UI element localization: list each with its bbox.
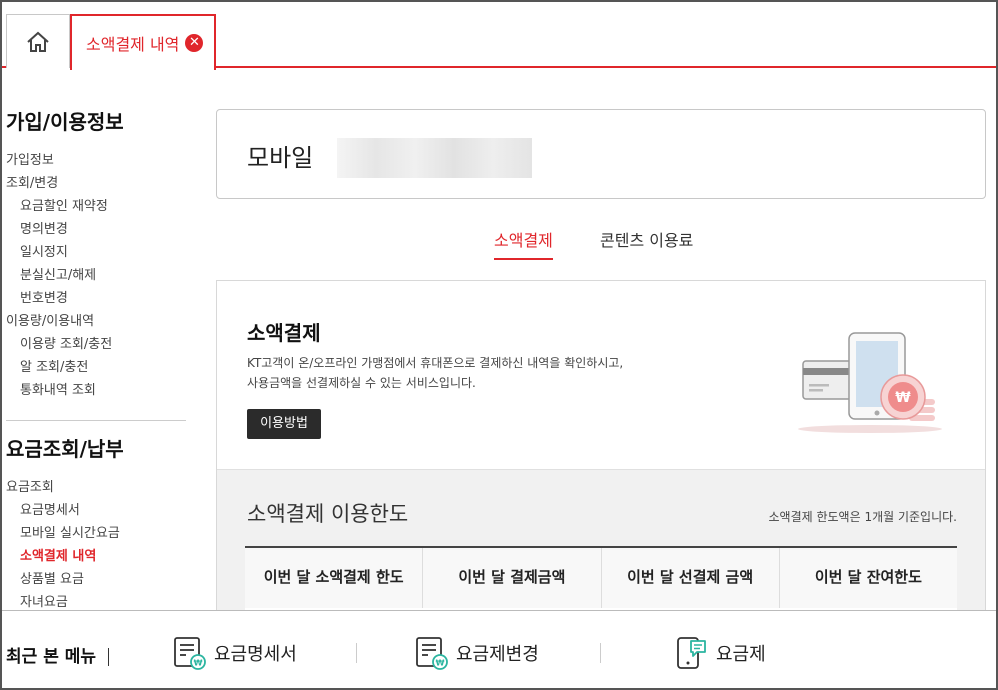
sidebar-item-child-fee[interactable]: 자녀요금 <box>2 591 202 610</box>
recent-item-plan-change[interactable]: ₩ 요금제변경 <box>414 635 539 671</box>
svg-text:₩: ₩ <box>194 659 203 668</box>
recent-menu-title: 최근 본 메뉴 <box>6 642 110 667</box>
recent-item-plan[interactable]: 요금제 <box>674 635 766 671</box>
recent-item-label: 요금제 <box>716 644 766 665</box>
sidebar-section-title: 요금조회/납부 <box>6 437 124 461</box>
sidebar-item-number-change[interactable]: 번호변경 <box>2 287 202 310</box>
recent-separator <box>600 643 601 663</box>
recent-separator <box>356 643 357 663</box>
limit-title: 소액결제 이용한도 <box>247 502 409 526</box>
sidebar-item-usage[interactable]: 이용량/이용내역 <box>2 310 202 333</box>
app-frame: 소액결제 내역 ✕ 가입/이용정보 가입정보 조회/변경 요금할인 재약정 명의… <box>0 0 998 690</box>
sidebar-divider <box>6 420 186 421</box>
tab-label: 소액결제 내역 <box>86 35 180 54</box>
service-intro: 소액결제 KT고객이 온/오프라인 가맹점에서 휴대폰으로 결제하신 내역을 확… <box>217 281 985 469</box>
won-symbol: ₩ <box>895 390 911 406</box>
service-desc-line: KT고객이 온/오프라인 가맹점에서 휴대폰으로 결제하신 내역을 확인하시고, <box>247 356 624 370</box>
sidebar: 가입/이용정보 가입정보 조회/변경 요금할인 재약정 명의변경 일시정지 분실… <box>2 98 202 610</box>
recent-menu-bar: 최근 본 메뉴 ₩ 요금명세서 ₩ 요금제변경 요금제 <box>2 610 996 688</box>
sidebar-item-discount-renew[interactable]: 요금할인 재약정 <box>2 195 202 218</box>
recent-item-label: 요금명세서 <box>214 644 297 665</box>
phone-chat-icon <box>677 637 706 669</box>
bill-icon: ₩ <box>174 637 206 670</box>
bill-change-icon: ₩ <box>416 637 448 670</box>
limit-header-cell: 이번 달 선결제 금액 <box>601 548 780 608</box>
home-icon <box>27 31 49 52</box>
limit-header-cell: 이번 달 결제금액 <box>423 548 602 608</box>
sidebar-item-payment-history[interactable]: 소액결제 내역 <box>2 545 202 568</box>
recent-menu-title-text: 최근 본 메뉴 <box>6 647 97 667</box>
tab-contents-fee[interactable]: 콘텐츠 이용료 <box>600 230 693 260</box>
limit-header-cell: 이번 달 잔여한도 <box>779 548 957 608</box>
sidebar-item-call-history[interactable]: 통화내역 조회 <box>2 379 202 402</box>
service-description: KT고객이 온/오프라인 가맹점에서 휴대폰으로 결제하신 내역을 확인하시고,… <box>247 353 727 393</box>
limit-note: 소액결제 한도액은 1개월 기준입니다. <box>768 510 958 524</box>
recent-item-bill[interactable]: ₩ 요금명세서 <box>172 635 297 671</box>
tab-payment-history[interactable]: 소액결제 내역 ✕ <box>70 14 216 70</box>
service-title: 소액결제 <box>247 321 321 345</box>
title-divider <box>108 648 110 666</box>
mobile-number-box: 모바일 <box>216 109 986 199</box>
sidebar-item-usage-charge[interactable]: 이용량 조회/충전 <box>2 333 202 356</box>
sidebar-item-name-change[interactable]: 명의변경 <box>2 218 202 241</box>
close-icon[interactable]: ✕ <box>185 34 204 52</box>
sidebar-item-realtime-fee[interactable]: 모바일 실시간요금 <box>2 522 202 545</box>
sidebar-item-lost-report[interactable]: 분실신고/해제 <box>2 264 202 287</box>
service-panel: 소액결제 KT고객이 온/오프라인 가맹점에서 휴대폰으로 결제하신 내역을 확… <box>216 280 986 616</box>
recent-item-label: 요금제변경 <box>456 644 539 665</box>
limit-table: 이번 달 소액결제 한도 이번 달 결제금액 이번 달 선결제 금액 이번 달 … <box>245 546 957 616</box>
limit-header-cell: 이번 달 소액결제 한도 <box>245 548 424 608</box>
tab-home[interactable] <box>6 14 70 68</box>
tab-bar: 소액결제 내역 ✕ <box>2 2 996 70</box>
sub-tabs: 소액결제 콘텐츠 이용료 <box>216 230 986 262</box>
sidebar-item-egg-charge[interactable]: 알 조회/충전 <box>2 356 202 379</box>
sidebar-item-product-fee[interactable]: 상품별 요금 <box>2 568 202 591</box>
svg-text:₩: ₩ <box>436 659 445 668</box>
mobile-title: 모바일 <box>247 144 314 172</box>
masked-phone-number <box>337 138 532 178</box>
sidebar-section-title: 가입/이용정보 <box>6 110 124 134</box>
sidebar-item-view-change[interactable]: 조회/변경 <box>2 172 202 195</box>
sidebar-item-fee-view[interactable]: 요금조회 <box>2 476 202 499</box>
sidebar-item-join-info[interactable]: 가입정보 <box>2 149 202 172</box>
payment-illustration-icon: ₩ <box>798 332 942 433</box>
service-desc-line: 사용금액을 선결제하실 수 있는 서비스입니다. <box>247 376 476 390</box>
how-to-use-button[interactable]: 이용방법 <box>247 409 321 439</box>
limit-section: 소액결제 이용한도 소액결제 한도액은 1개월 기준입니다. 이번 달 소액결제… <box>217 469 985 616</box>
tab-micropayment[interactable]: 소액결제 <box>494 230 553 260</box>
sidebar-item-suspend[interactable]: 일시정지 <box>2 241 202 264</box>
sidebar-item-bill[interactable]: 요금명세서 <box>2 499 202 522</box>
